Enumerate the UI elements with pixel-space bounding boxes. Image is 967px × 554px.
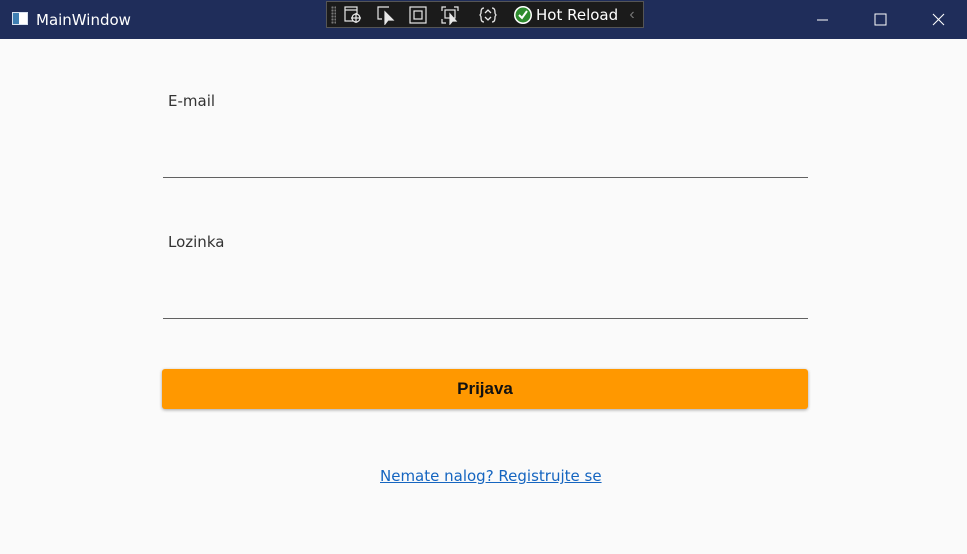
toolbar-grip-handle[interactable] (331, 6, 336, 24)
window-title: MainWindow (36, 11, 131, 29)
select-element-icon[interactable] (376, 5, 396, 25)
app-window-icon (12, 12, 28, 25)
collapse-toolbar-icon[interactable]: ‹ (626, 6, 638, 24)
live-visual-tree-icon[interactable] (343, 5, 363, 25)
email-field[interactable] (163, 148, 808, 178)
close-button[interactable] (909, 0, 967, 39)
hot-reload-label[interactable]: Hot Reload (536, 7, 618, 23)
display-adorners-icon[interactable] (408, 5, 428, 25)
register-link[interactable]: Nemate nalog? Registrujte se (380, 467, 602, 485)
password-field[interactable] (163, 289, 808, 319)
minimize-button[interactable] (793, 0, 851, 39)
title-bar[interactable]: MainWindow Hot Reload ‹ (0, 0, 967, 39)
binding-failures-icon[interactable] (478, 5, 498, 25)
email-label: E-mail (168, 92, 216, 110)
login-button[interactable]: Prijava (162, 369, 808, 409)
maximize-button[interactable] (851, 0, 909, 39)
password-label: Lozinka (168, 233, 225, 251)
xaml-runtime-toolbar: Hot Reload ‹ (326, 1, 644, 28)
track-focus-icon[interactable] (440, 5, 460, 25)
hot-reload-status-icon[interactable] (513, 5, 533, 25)
